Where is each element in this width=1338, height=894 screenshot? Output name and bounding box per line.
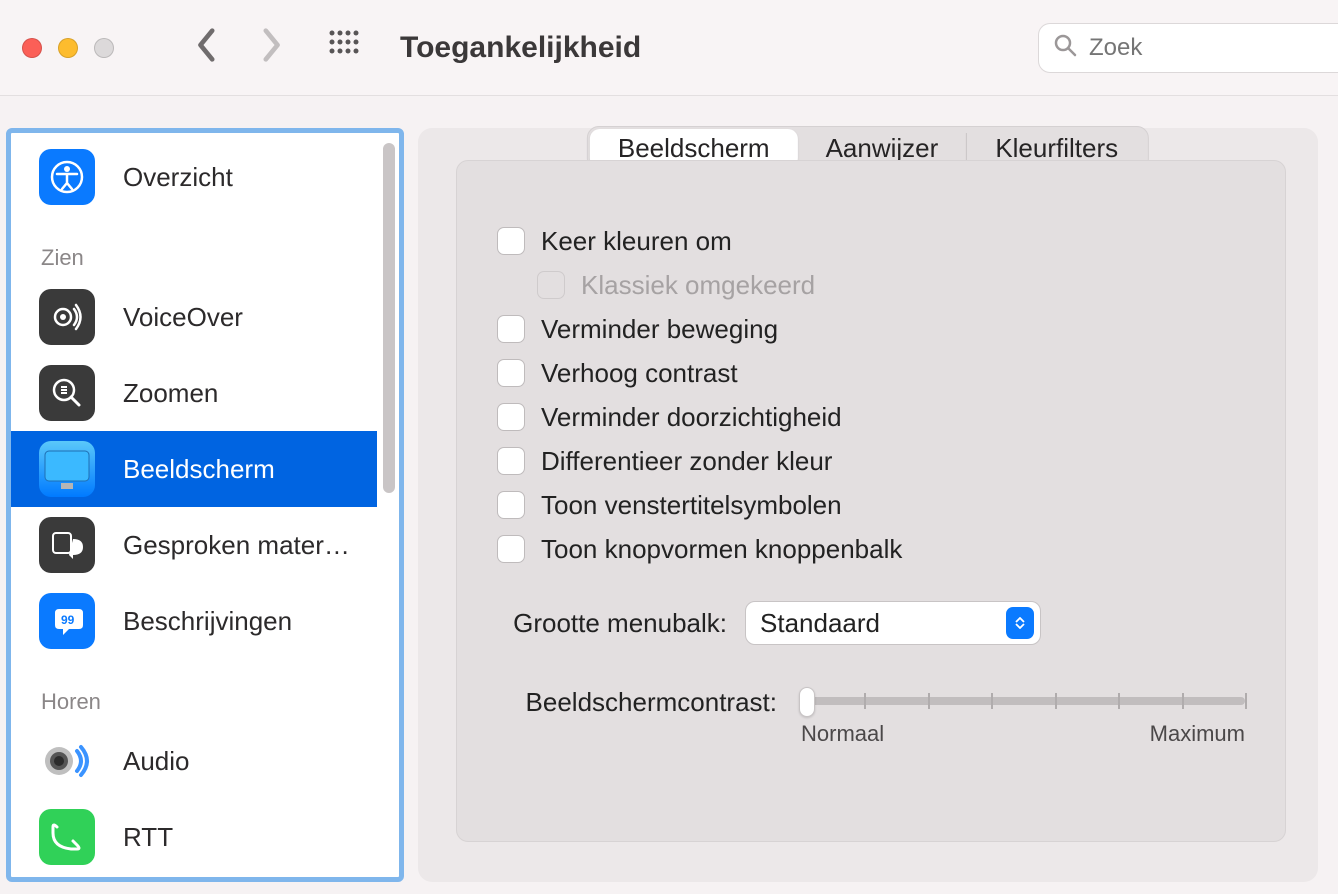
forward-button: [258, 28, 284, 67]
sidebar-item-spoken-content[interactable]: Gesproken mater…: [11, 507, 377, 583]
checkbox-icon: [497, 359, 525, 387]
checkbox-label: Toon venstertitelsymbolen: [541, 490, 842, 521]
sidebar-item-label: Gesproken mater…: [123, 530, 350, 561]
window-controls: [22, 38, 114, 58]
close-window-button[interactable]: [22, 38, 42, 58]
sidebar-item-rtt[interactable]: RTT: [11, 799, 377, 875]
checkbox-label: Toon knopvormen knoppenbalk: [541, 534, 902, 565]
checkbox-label: Verminder doorzichtigheid: [541, 402, 842, 433]
checkbox-reduce-motion[interactable]: Verminder beweging: [497, 313, 1245, 345]
checkbox-icon: [497, 535, 525, 563]
checkbox-label: Differentieer zonder kleur: [541, 446, 832, 477]
sidebar-group-zien: Zien: [11, 215, 377, 279]
contrast-label: Beeldschermcontrast:: [497, 687, 777, 718]
sidebar-item-label: Beeldscherm: [123, 454, 275, 485]
checkbox-show-titlebar-icons[interactable]: Toon venstertitelsymbolen: [497, 489, 1245, 521]
search-icon: [1053, 33, 1077, 62]
checkbox-icon: [497, 315, 525, 343]
select-arrows-icon: [1006, 607, 1034, 639]
slider-thumb[interactable]: [799, 687, 815, 717]
sidebar: Overzicht Zien VoiceOver Zoomen Beeld: [6, 128, 404, 882]
checkbox-icon: [497, 403, 525, 431]
sidebar-item-display[interactable]: Beeldscherm: [11, 431, 377, 507]
sidebar-item-overview[interactable]: Overzicht: [11, 139, 377, 215]
nav-arrows: [194, 28, 284, 67]
checkbox-icon: [497, 227, 525, 255]
checkbox-increase-contrast[interactable]: Verhoog contrast: [497, 357, 1245, 389]
rtt-icon: [39, 809, 95, 865]
svg-text:99: 99: [61, 613, 75, 627]
contrast-row: Beeldschermcontrast: Normaal: [497, 687, 1245, 747]
checkbox-icon: [497, 447, 525, 475]
sidebar-item-label: Beschrijvingen: [123, 606, 292, 637]
accessibility-icon: [39, 149, 95, 205]
sidebar-item-label: VoiceOver: [123, 302, 243, 333]
menubar-size-row: Grootte menubalk: Standaard: [497, 601, 1245, 645]
page-title: Toegankelijkheid: [400, 31, 641, 65]
content-pane: Beeldscherm Aanwijzer Kleurfilters Keer …: [418, 128, 1318, 882]
audio-icon: [39, 733, 95, 789]
checkbox-reduce-transparency[interactable]: Verminder doorzichtigheid: [497, 401, 1245, 433]
sidebar-item-audio[interactable]: Audio: [11, 723, 377, 799]
slider-max-label: Maximum: [1150, 721, 1245, 747]
search-field[interactable]: [1038, 23, 1338, 73]
checkbox-show-toolbar-button-shapes[interactable]: Toon knopvormen knoppenbalk: [497, 533, 1245, 565]
sidebar-group-horen: Horen: [11, 659, 377, 723]
sidebar-item-label: RTT: [123, 822, 173, 853]
checkbox-icon: [497, 491, 525, 519]
menubar-size-select[interactable]: Standaard: [745, 601, 1041, 645]
select-value: Standaard: [760, 608, 880, 639]
zoom-icon: [39, 365, 95, 421]
checkbox-classic-invert: Klassiek omgekeerd: [537, 269, 1245, 301]
voiceover-icon: [39, 289, 95, 345]
back-button[interactable]: [194, 28, 220, 67]
toolbar: Toegankelijkheid: [0, 0, 1338, 96]
slider-min-label: Normaal: [801, 721, 884, 747]
zoom-window-button: [94, 38, 114, 58]
checkbox-invert-colors[interactable]: Keer kleuren om: [497, 225, 1245, 257]
sidebar-item-descriptions[interactable]: 99 Beschrijvingen: [11, 583, 377, 659]
sidebar-scrollbar[interactable]: [383, 143, 395, 493]
spoken-content-icon: [39, 517, 95, 573]
descriptions-icon: 99: [39, 593, 95, 649]
checkbox-label: Klassiek omgekeerd: [581, 270, 815, 301]
sidebar-item-label: Overzicht: [123, 162, 233, 193]
checkbox-differentiate-without-color[interactable]: Differentieer zonder kleur: [497, 445, 1245, 477]
sidebar-item-label: Zoomen: [123, 378, 218, 409]
sidebar-item-label: Audio: [123, 746, 190, 777]
minimize-window-button[interactable]: [58, 38, 78, 58]
sidebar-item-zoom[interactable]: Zoomen: [11, 355, 377, 431]
checkbox-label: Keer kleuren om: [541, 226, 732, 257]
settings-panel: Keer kleuren om Klassiek omgekeerd Vermi…: [456, 160, 1286, 842]
checkbox-label: Verminder beweging: [541, 314, 778, 345]
search-input[interactable]: [1089, 34, 1324, 62]
checkbox-icon: [537, 271, 565, 299]
checkbox-label: Verhoog contrast: [541, 358, 738, 389]
show-all-button[interactable]: [328, 29, 360, 66]
menubar-size-label: Grootte menubalk:: [497, 608, 727, 639]
contrast-slider[interactable]: [801, 697, 1245, 705]
display-icon: [39, 441, 95, 497]
sidebar-item-voiceover[interactable]: VoiceOver: [11, 279, 377, 355]
